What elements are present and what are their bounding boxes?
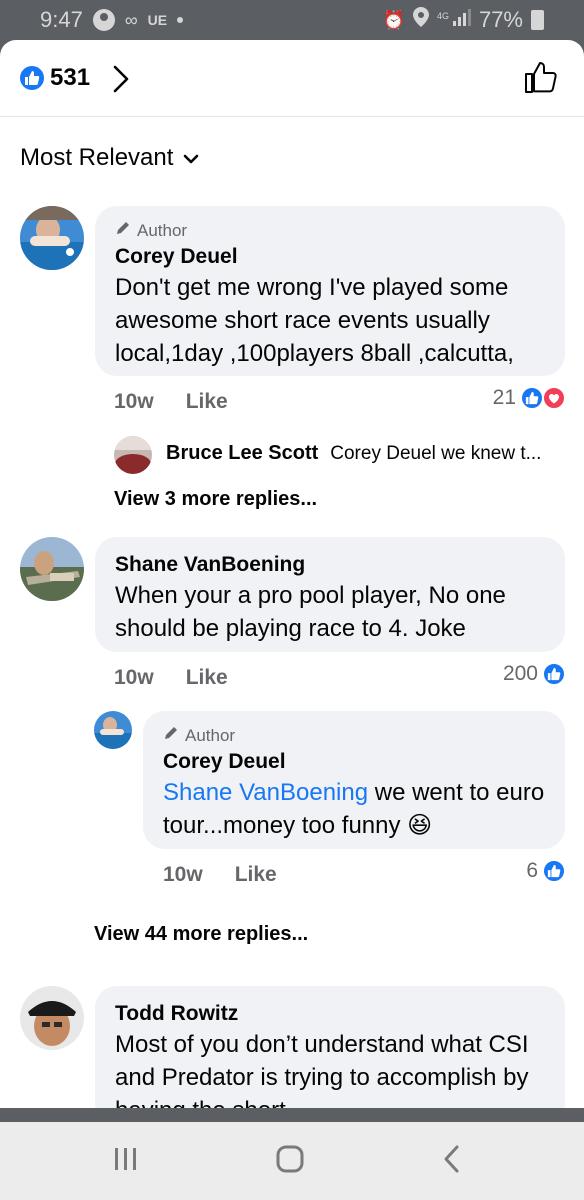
reply-time: 10w <box>163 863 203 886</box>
sort-dropdown[interactable]: Most Relevant <box>20 144 199 172</box>
like-reaction-icon <box>20 66 44 90</box>
author-tag: Author <box>115 220 545 241</box>
reaction-count: 21 <box>492 386 516 409</box>
reply-meta: 10w Like <box>163 863 277 887</box>
svg-text:4G: 4G <box>437 11 449 21</box>
status-bar: 9:47 ∞ UE ⏰ 4G 77% <box>0 0 584 40</box>
signal-icon: 4G <box>437 7 471 33</box>
comment-author-name[interactable]: Shane VanBoening <box>115 551 545 579</box>
notification-dot-icon <box>177 17 184 23</box>
recent-apps-icon[interactable] <box>112 1142 140 1181</box>
battery-icon <box>531 10 544 30</box>
home-icon[interactable] <box>275 1142 305 1181</box>
back-icon[interactable] <box>440 1142 464 1181</box>
avatar[interactable] <box>20 537 84 601</box>
like-button-icon[interactable] <box>524 60 558 99</box>
author-tag-label: Author <box>137 220 188 240</box>
comment-bubble[interactable]: Todd Rowitz Most of you don’t understand… <box>95 986 565 1108</box>
reply-author-name[interactable]: Bruce Lee Scott <box>166 442 318 465</box>
comment-time: 10w <box>114 390 154 413</box>
reply-text: Corey Deuel we knew t... <box>330 442 542 464</box>
like-comment-button[interactable]: Like <box>186 666 228 690</box>
chevron-right-icon[interactable] <box>112 64 130 99</box>
reactions-sheet: 531 Most Relevant Author Corey Deuel Don… <box>0 40 584 1108</box>
like-reaction-icon <box>542 859 566 883</box>
comment-bubble[interactable]: Shane VanBoening When your a pro pool pl… <box>95 537 565 652</box>
pencil-icon <box>115 220 131 241</box>
like-reaction-icon <box>542 662 566 686</box>
comment-text: When your a pro pool player, No one shou… <box>115 582 506 642</box>
account-icon <box>92 9 115 31</box>
view-more-replies[interactable]: View 3 more replies... <box>114 488 317 511</box>
avatar[interactable] <box>20 206 84 270</box>
reactions-header: 531 <box>0 40 584 117</box>
comment-text: Don't get me wrong I've played some awes… <box>115 274 514 367</box>
comment-meta: 10w Like <box>114 666 228 690</box>
reply-preview[interactable]: Bruce Lee Scott Corey Deuel we knew t... <box>166 442 541 465</box>
location-icon <box>412 7 429 33</box>
comment-time: 10w <box>114 666 154 689</box>
avatar[interactable] <box>94 711 132 749</box>
comment-bubble[interactable]: Author Corey Deuel Don't get me wrong I'… <box>95 206 565 376</box>
pencil-icon <box>163 725 179 746</box>
sort-label: Most Relevant <box>20 144 174 171</box>
clock: 9:47 <box>40 7 83 32</box>
avatar[interactable] <box>114 436 152 474</box>
comment-reactions[interactable]: 200 <box>503 662 566 686</box>
author-tag-label: Author <box>185 725 236 745</box>
like-reply-button[interactable]: Like <box>235 863 277 887</box>
author-tag: Author <box>163 725 545 746</box>
voicemail-icon: ∞ <box>124 9 138 30</box>
avatar[interactable] <box>20 986 84 1050</box>
reply-reactions[interactable]: 6 <box>526 859 566 883</box>
like-reaction-icon <box>520 386 544 410</box>
battery-percent: 77% <box>478 7 523 32</box>
comment-author-name[interactable]: Todd Rowitz <box>115 1000 545 1028</box>
carrier-label: UE <box>147 12 168 28</box>
navigation-bar <box>0 1122 584 1200</box>
reply-text: Shane VanBoening we went to euro tour...… <box>163 776 545 842</box>
comment-text: Most of you don’t understand what CSI an… <box>115 1031 529 1108</box>
comment-author-name[interactable]: Corey Deuel <box>115 243 545 271</box>
comment-reactions[interactable]: 21 <box>493 386 566 410</box>
reaction-count[interactable]: 531 <box>50 64 90 92</box>
mention-link[interactable]: Shane VanBoening <box>163 779 368 806</box>
reply-author-name[interactable]: Corey Deuel <box>163 748 545 776</box>
view-more-replies[interactable]: View 44 more replies... <box>94 923 308 946</box>
reaction-count: 200 <box>502 662 538 685</box>
chevron-down-icon <box>183 144 199 172</box>
like-comment-button[interactable]: Like <box>186 390 228 414</box>
reaction-count: 6 <box>526 859 538 882</box>
alarm-icon: ⏰ <box>382 9 405 30</box>
reply-bubble[interactable]: Author Corey Deuel Shane VanBoening we w… <box>143 711 565 849</box>
comment-meta: 10w Like <box>114 390 228 414</box>
love-reaction-icon <box>542 386 566 410</box>
